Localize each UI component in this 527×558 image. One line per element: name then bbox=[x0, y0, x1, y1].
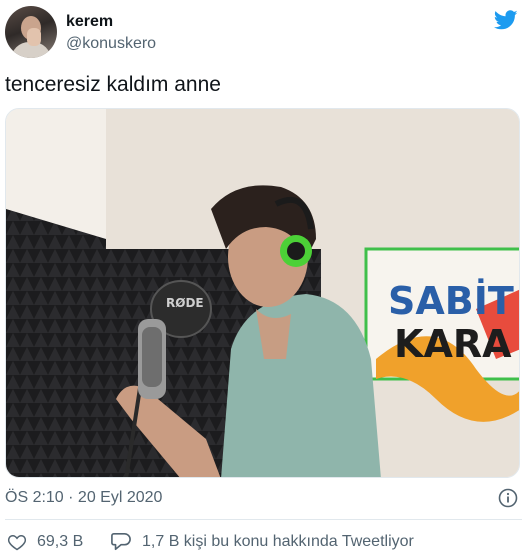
twitter-bird-icon[interactable] bbox=[492, 8, 520, 32]
author-handle[interactable]: @konuskero bbox=[66, 35, 156, 53]
author-name[interactable]: kerem bbox=[66, 13, 113, 31]
mural-text-line2: KARA bbox=[394, 322, 512, 366]
like-button[interactable]: 69,3 B bbox=[7, 531, 83, 553]
tweet-photo[interactable]: SABİT KARA RØDE bbox=[5, 108, 520, 478]
like-count: 69,3 B bbox=[37, 533, 84, 550]
conversation-link[interactable]: 1,7 B kişi bu konu hakkında Tweetliyor bbox=[110, 531, 414, 553]
tweet-card: kerem @konuskero tenceresiz kaldım anne bbox=[0, 0, 527, 558]
mural-text-line1: SABİT bbox=[388, 279, 514, 323]
heart-icon bbox=[7, 534, 27, 551]
avatar[interactable] bbox=[5, 6, 57, 58]
tweet-text: tenceresiz kaldım anne bbox=[5, 73, 221, 96]
photo-scene: SABİT KARA RØDE bbox=[6, 109, 519, 477]
info-icon[interactable] bbox=[498, 488, 518, 508]
conversation-text: 1,7 B kişi bu konu hakkında Tweetliyor bbox=[142, 533, 414, 550]
tweet-timestamp[interactable]: ÖS 2:10 · 20 Eyl 2020 bbox=[5, 489, 162, 507]
svg-text:RØDE: RØDE bbox=[166, 296, 204, 310]
speech-bubble-icon bbox=[111, 533, 131, 551]
divider bbox=[5, 519, 522, 520]
